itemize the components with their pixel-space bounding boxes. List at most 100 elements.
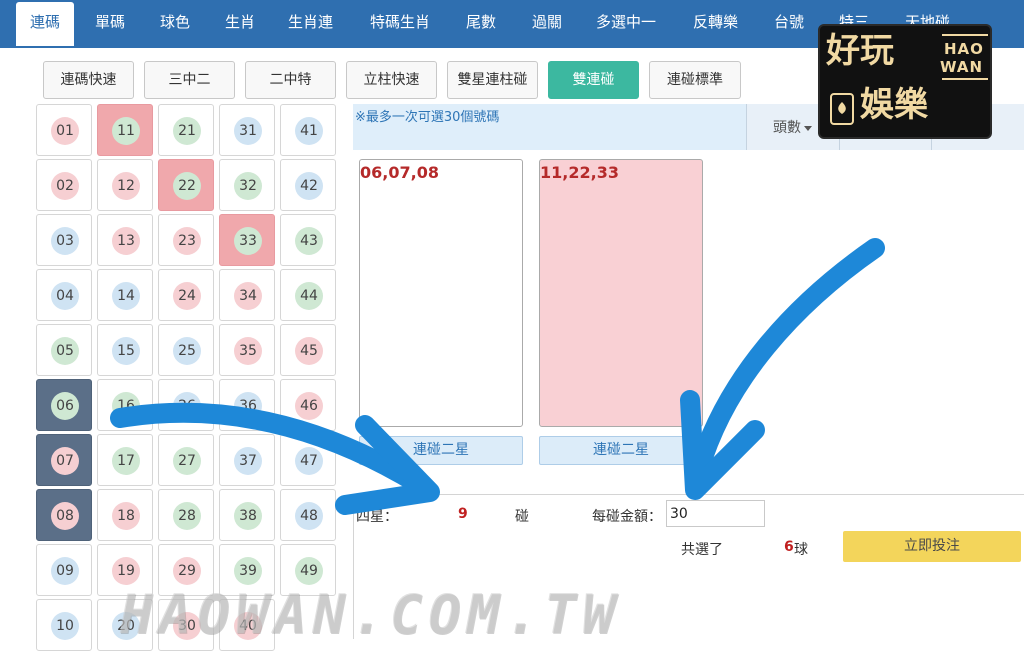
ball-cell[interactable]: 09 xyxy=(36,544,92,596)
ball-cell[interactable]: 38 xyxy=(219,489,275,541)
ball-cell[interactable]: 35 xyxy=(219,324,275,376)
ball-cell[interactable]: 41 xyxy=(280,104,336,156)
ball-cell[interactable]: 10 xyxy=(36,599,92,651)
subtab-erzhongte[interactable]: 二中特 xyxy=(245,61,336,99)
nav-danma[interactable]: 單碼 xyxy=(95,0,125,46)
ball-cell[interactable]: 36 xyxy=(219,379,275,431)
ball-cell[interactable]: 33 xyxy=(219,214,275,266)
ball-number: 16 xyxy=(112,392,140,420)
ball-number: 01 xyxy=(51,117,79,145)
nav-fanzhuanle[interactable]: 反轉樂 xyxy=(693,0,738,46)
logo-main-top: 好玩 xyxy=(826,31,894,71)
ball-cell[interactable]: 31 xyxy=(219,104,275,156)
nav-qiuse[interactable]: 球色 xyxy=(160,0,190,46)
ball-cell[interactable]: 22 xyxy=(158,159,214,211)
ball-number: 19 xyxy=(112,557,140,585)
subtab-lianpeng-biaozhun[interactable]: 連碰標準 xyxy=(649,61,741,99)
ball-number: 13 xyxy=(112,227,140,255)
ball-cell[interactable]: 44 xyxy=(280,269,336,321)
subtab-lianma-kuaisu[interactable]: 連碼快速 xyxy=(43,61,134,99)
submit-bet-button[interactable]: 立即投注 xyxy=(843,531,1021,562)
ball-number: 22 xyxy=(173,172,201,200)
ball-number: 04 xyxy=(51,282,79,310)
nav-lianma[interactable]: 連碼 xyxy=(16,2,75,46)
head-count-label: 頭數 xyxy=(773,120,801,136)
ball-cell[interactable]: 24 xyxy=(158,269,214,321)
ball-number: 31 xyxy=(234,117,262,145)
nav-shengxiao[interactable]: 生肖 xyxy=(225,0,255,46)
ball-cell[interactable]: 23 xyxy=(158,214,214,266)
nav-tema-shengxiao[interactable]: 特碼生肖 xyxy=(370,0,430,46)
total-selected-label: 共選了 xyxy=(681,542,723,558)
ball-cell[interactable]: 18 xyxy=(97,489,153,541)
combo-numbers: 06,07,08 xyxy=(360,163,439,182)
subtab-lizhu-kuaisu[interactable]: 立柱快速 xyxy=(346,61,437,99)
ball-cell[interactable]: 13 xyxy=(97,214,153,266)
combination-count: 9 xyxy=(458,506,468,522)
ball-cell[interactable]: 16 xyxy=(97,379,153,431)
ball-cell[interactable]: 25 xyxy=(158,324,214,376)
combo-numbers: 11,22,33 xyxy=(540,163,619,182)
nav-weishu[interactable]: 尾數 xyxy=(466,0,496,46)
ball-number: 28 xyxy=(173,502,201,530)
ball-cell[interactable]: 06 xyxy=(36,379,92,431)
ball-number: 11 xyxy=(112,117,140,145)
ball-cell[interactable]: 27 xyxy=(158,434,214,486)
ball-cell[interactable]: 02 xyxy=(36,159,92,211)
total-selected-count: 6 xyxy=(784,539,794,555)
nav-guoguan[interactable]: 過關 xyxy=(532,0,562,46)
ball-cell[interactable]: 17 xyxy=(97,434,153,486)
ball-number: 06 xyxy=(51,392,79,420)
ball-cell[interactable]: 11 xyxy=(97,104,153,156)
ball-cell[interactable]: 07 xyxy=(36,434,92,486)
amount-per-combo-input[interactable] xyxy=(666,500,765,527)
ball-number: 42 xyxy=(295,172,323,200)
ball-cell[interactable]: 46 xyxy=(280,379,336,431)
ball-number: 25 xyxy=(173,337,201,365)
combination-unit: 碰 xyxy=(515,509,529,525)
ball-number: 24 xyxy=(173,282,201,310)
ball-cell[interactable]: 48 xyxy=(280,489,336,541)
ball-cell[interactable]: 43 xyxy=(280,214,336,266)
ball-cell[interactable]: 08 xyxy=(36,489,92,541)
ball-number: 05 xyxy=(51,337,79,365)
ball-number: 48 xyxy=(295,502,323,530)
nav-shengxiao-lian[interactable]: 生肖連 xyxy=(288,0,333,46)
playing-card-icon xyxy=(830,93,854,125)
ball-number: 03 xyxy=(51,227,79,255)
notice-text: ※最多一次可選30個號碼 xyxy=(355,110,500,125)
ball-number: 07 xyxy=(51,447,79,475)
ball-number: 18 xyxy=(112,502,140,530)
logo-rule xyxy=(942,34,988,36)
subtab-shuangxing-lianzhupeng[interactable]: 雙星連柱碰 xyxy=(447,61,538,99)
ball-cell[interactable]: 05 xyxy=(36,324,92,376)
combo-type-button[interactable]: 連碰二星 xyxy=(359,436,523,465)
head-count-dropdown[interactable]: 頭數 xyxy=(773,117,812,137)
combo-type-button[interactable]: 連碰二星 xyxy=(539,436,703,465)
ball-number: 39 xyxy=(234,557,262,585)
ball-cell[interactable]: 21 xyxy=(158,104,214,156)
ball-cell[interactable]: 15 xyxy=(97,324,153,376)
ball-cell[interactable]: 47 xyxy=(280,434,336,486)
ball-cell[interactable]: 32 xyxy=(219,159,275,211)
ball-cell[interactable]: 14 xyxy=(97,269,153,321)
nav-taihao[interactable]: 台號 xyxy=(774,0,804,46)
ball-cell[interactable]: 26 xyxy=(158,379,214,431)
ball-cell[interactable]: 45 xyxy=(280,324,336,376)
ball-number: 17 xyxy=(112,447,140,475)
ball-cell[interactable]: 01 xyxy=(36,104,92,156)
combo-card: 06,07,08 xyxy=(359,159,523,427)
ball-cell[interactable]: 04 xyxy=(36,269,92,321)
ball-cell[interactable]: 28 xyxy=(158,489,214,541)
ball-cell[interactable]: 34 xyxy=(219,269,275,321)
ball-number: 46 xyxy=(295,392,323,420)
ball-cell[interactable]: 37 xyxy=(219,434,275,486)
subtab-sanzhonger[interactable]: 三中二 xyxy=(144,61,235,99)
ball-cell[interactable]: 42 xyxy=(280,159,336,211)
ball-number: 10 xyxy=(51,612,79,640)
nav-duoxuan[interactable]: 多選中一 xyxy=(596,0,656,46)
ball-cell[interactable]: 12 xyxy=(97,159,153,211)
subtab-shuanglianpeng[interactable]: 雙連碰 xyxy=(548,61,639,99)
selection-notice: ※最多一次可選30個號碼 xyxy=(353,104,753,150)
ball-cell[interactable]: 03 xyxy=(36,214,92,266)
